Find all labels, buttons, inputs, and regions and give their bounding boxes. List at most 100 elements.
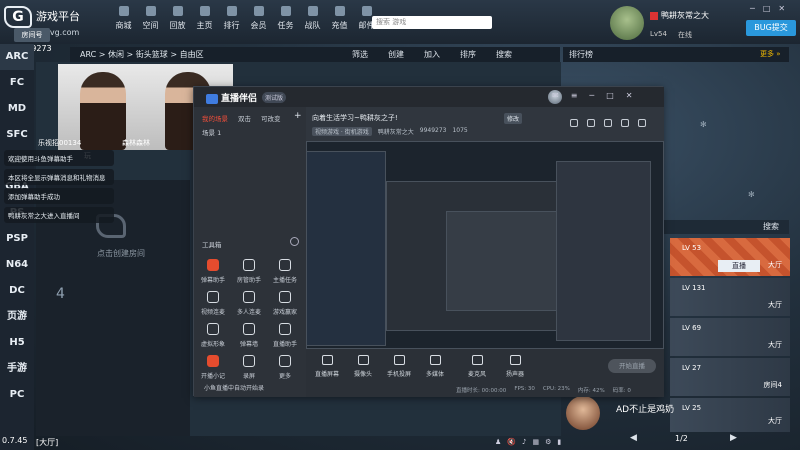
search-input[interactable]: 搜索 游戏 xyxy=(372,16,492,29)
nav-space[interactable]: 空间 xyxy=(137,6,164,31)
category-tag[interactable]: 视频游戏 · 街机游戏 xyxy=(312,127,372,136)
tool-video-link[interactable]: 视频连麦 xyxy=(198,291,228,316)
nav-vip[interactable]: 会员 xyxy=(245,6,272,31)
stream-preview[interactable] xyxy=(306,141,664,349)
lock-icon[interactable] xyxy=(587,119,595,127)
sidebar-item-webgame[interactable]: 页游 xyxy=(0,304,34,330)
video-link-icon xyxy=(207,291,219,303)
sidebar-item-sfc[interactable]: SFC xyxy=(0,122,34,148)
assistant-titlebar[interactable]: 直播伴侣 测试版 ✉ ≡ ─ □ ✕ xyxy=(194,87,664,107)
tool-notes[interactable]: 开播小记 xyxy=(198,355,228,380)
next-page-icon[interactable]: ▶ xyxy=(730,433,737,443)
nav-replay[interactable]: 回放 xyxy=(164,6,191,31)
phone-icon[interactable] xyxy=(570,119,578,127)
tool-tasks[interactable]: 主播任务 xyxy=(270,259,300,284)
frame-icon[interactable] xyxy=(621,119,629,127)
sync-icon[interactable] xyxy=(604,119,612,127)
nav-ranking[interactable]: 排行 xyxy=(218,6,245,31)
screen-capture-button[interactable]: 直播屏幕 xyxy=(310,355,344,378)
lobby-card[interactable]: LV 27 房间4 xyxy=(670,358,790,396)
avatar[interactable] xyxy=(610,6,644,40)
message-icon[interactable]: ✉ xyxy=(552,91,559,100)
create-button[interactable]: 创建 xyxy=(388,47,404,62)
start-live-button[interactable]: 开始直播 xyxy=(608,359,656,373)
phone-cast-button[interactable]: 手机投屏 xyxy=(382,355,416,378)
user-panel[interactable]: 鸭耕灰常之大 Lv54 在线 xyxy=(610,6,740,40)
snowflake-icon: ✻ xyxy=(748,190,755,199)
filter-button[interactable]: 筛选 xyxy=(352,47,368,62)
sidebar-item-arc[interactable]: ARC xyxy=(0,44,34,70)
maximize-icon[interactable]: □ xyxy=(606,91,614,100)
close-icon[interactable]: ✕ xyxy=(778,4,785,13)
lobby-search[interactable]: 搜索 xyxy=(664,220,789,234)
room-number-button[interactable]: 房间号 xyxy=(14,28,50,42)
sidebar-item-n64[interactable]: N64 xyxy=(0,252,34,278)
lobby-card[interactable]: LV 25 大厅 xyxy=(670,398,790,432)
sidebar-item-fc[interactable]: FC xyxy=(0,70,34,96)
speaker-button[interactable]: 扬声器 xyxy=(498,355,532,378)
nav-tasks[interactable]: 任务 xyxy=(272,6,299,31)
add-icon[interactable]: + xyxy=(294,111,302,121)
lobby-card[interactable]: LV 69 大厅 xyxy=(670,318,790,356)
microphone-button[interactable]: 麦克风 xyxy=(460,355,494,378)
sidebar-item-mobile[interactable]: 手游 xyxy=(0,356,34,382)
sound-icon[interactable]: ♪ xyxy=(522,438,526,446)
lobby-card[interactable]: LV 131 大厅 xyxy=(670,278,790,316)
team-icon xyxy=(307,6,318,16)
sidebar-item-psp[interactable]: PSP xyxy=(0,226,34,252)
settings-icon[interactable]: ⚙ xyxy=(545,438,551,446)
minimize-icon[interactable]: ─ xyxy=(589,91,594,100)
mute-icon[interactable]: 🔇 xyxy=(507,438,516,446)
message: 欢迎使用斗鱼弹幕助手 xyxy=(4,150,114,166)
tool-avatar[interactable]: 虚拟形象 xyxy=(198,323,228,348)
user-status[interactable]: 在线 xyxy=(678,30,692,40)
tab-double[interactable]: 双击 xyxy=(238,113,251,123)
join-button[interactable]: 加入 xyxy=(424,47,440,62)
tool-danmaku[interactable]: 弹幕助手 xyxy=(198,259,228,284)
sidebar-item-md[interactable]: MD xyxy=(0,96,34,122)
tool-live-helper[interactable]: 直播助手 xyxy=(270,323,300,348)
phone-icon xyxy=(393,355,405,365)
featured-user[interactable]: AD不止是鸡奶 xyxy=(562,394,674,432)
auto-record-notice[interactable]: 小鱼直播中自动开始录 xyxy=(204,383,264,392)
tool-room-manager[interactable]: 房管助手 xyxy=(234,259,264,284)
people-icon[interactable]: ♟ xyxy=(495,438,501,446)
nav-team[interactable]: 战队 xyxy=(299,6,326,31)
sidebar-item-dc[interactable]: DC xyxy=(0,278,34,304)
sort-button[interactable]: 排序 xyxy=(460,47,476,62)
manager-icon xyxy=(243,259,255,271)
prev-page-icon[interactable]: ◀ xyxy=(630,433,637,443)
ranking-more-link[interactable]: 更多 » xyxy=(760,47,781,62)
sidebar-item-h5[interactable]: H5 xyxy=(0,330,34,356)
tool-multi-link[interactable]: 多人连麦 xyxy=(234,291,264,316)
nav-shop[interactable]: 商城 xyxy=(110,6,137,31)
stream-status: 直播时长: 00:00:00 FPS: 30 CPU: 23% 内存: 42% … xyxy=(456,386,631,394)
search-button[interactable]: 搜索 xyxy=(496,47,512,62)
nav-recharge[interactable]: 充值 xyxy=(326,6,353,31)
nested-screen xyxy=(306,151,386,346)
tab-changeable[interactable]: 可改变 xyxy=(261,113,281,123)
minimize-icon[interactable]: ─ xyxy=(750,4,755,13)
tool-more[interactable]: 更多 xyxy=(270,355,300,380)
tool-game-winner[interactable]: 游戏赢家 xyxy=(270,291,300,316)
tab-my-scene[interactable]: 我的场景 xyxy=(202,113,228,123)
grid-icon[interactable]: ▦ xyxy=(532,438,539,446)
chart-icon[interactable]: ▮ xyxy=(557,438,561,446)
tool-record[interactable]: 录屏 xyxy=(234,355,264,380)
restore-icon[interactable]: □ xyxy=(763,4,771,13)
menu-icon[interactable]: ≡ xyxy=(571,91,578,100)
media-button[interactable]: 多媒体 xyxy=(418,355,452,378)
collapse-icon[interactable] xyxy=(290,237,299,246)
sidebar-item-pc[interactable]: PC xyxy=(0,382,34,408)
ranking-header: 排行榜 xyxy=(563,47,789,62)
bug-report-button[interactable]: BUG提交 xyxy=(746,20,796,36)
scene-item[interactable]: 场景 1 xyxy=(202,127,221,137)
home-icon xyxy=(199,6,210,16)
close-icon[interactable]: ✕ xyxy=(626,91,633,100)
camera-button[interactable]: 摄像头 xyxy=(346,355,380,378)
modify-title-button[interactable]: 修改 xyxy=(504,113,523,124)
nav-home[interactable]: 主页 xyxy=(191,6,218,31)
user-level: Lv54 xyxy=(650,30,667,38)
tool-danmaku-wall[interactable]: 弹幕墙 xyxy=(234,323,264,348)
share-icon[interactable] xyxy=(638,119,646,127)
